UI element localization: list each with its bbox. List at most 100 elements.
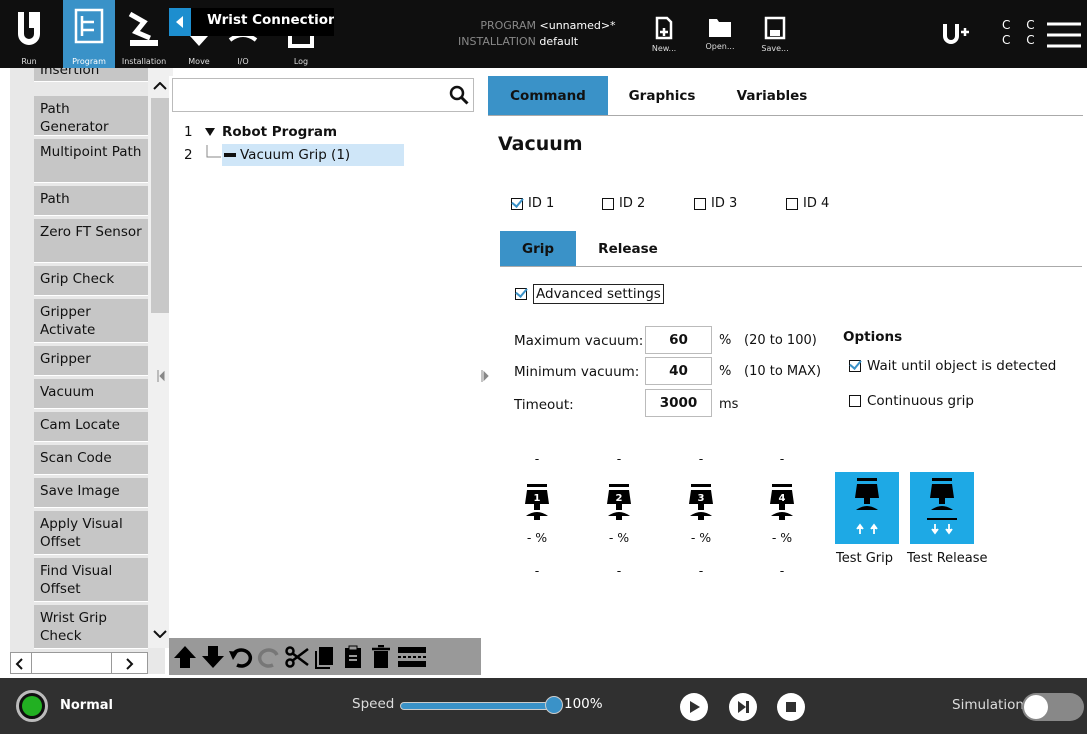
- cut-icon[interactable]: [285, 645, 309, 669]
- id2-checkbox[interactable]: ID 2: [602, 196, 645, 211]
- speed-slider-handle[interactable]: [545, 696, 563, 714]
- timeout-input[interactable]: 3000: [645, 389, 712, 417]
- expand-triangle-icon[interactable]: [204, 127, 216, 137]
- move-down-icon[interactable]: [201, 645, 225, 669]
- vacuum-3-top-value: -: [698, 451, 704, 466]
- paste-icon[interactable]: [341, 645, 365, 669]
- move-up-icon[interactable]: [173, 645, 197, 669]
- node-label: Path: [40, 191, 70, 207]
- move-label: Move: [188, 57, 210, 66]
- node-label: Wrist Grip Check: [40, 610, 107, 644]
- redo-icon[interactable]: [257, 645, 281, 669]
- installation-tab[interactable]: Installation: [118, 4, 170, 66]
- program-tab[interactable]: Program: [63, 0, 115, 68]
- node-gripper-activate[interactable]: Gripper Activate: [34, 299, 148, 343]
- min-vacuum-input[interactable]: 40: [645, 357, 712, 385]
- checkbox-box: [849, 395, 861, 407]
- page-title: Vacuum: [498, 133, 583, 155]
- tree-row-vacuum-grip[interactable]: 2 Vacuum Grip (1): [184, 144, 404, 166]
- cc-row-1: C C: [1002, 18, 1041, 32]
- node-gripper[interactable]: Gripper: [34, 346, 148, 376]
- wait-until-detected-checkbox[interactable]: Wait until object is detected: [849, 358, 1056, 374]
- delete-icon[interactable]: [369, 645, 393, 669]
- id4-checkbox[interactable]: ID 4: [786, 196, 829, 211]
- copy-icon[interactable]: [313, 645, 337, 669]
- program-caption: PROGRAM: [480, 19, 536, 32]
- node-scan-code[interactable]: Scan Code: [34, 445, 148, 475]
- undo-icon[interactable]: [229, 645, 253, 669]
- play-button[interactable]: [680, 693, 708, 721]
- node-multipoint-path[interactable]: Multipoint Path: [34, 139, 148, 183]
- node-label: Multipoint Path: [40, 144, 142, 160]
- node-wrist-grip-check[interactable]: Wrist Grip Check: [34, 605, 148, 649]
- node-insertion[interactable]: Insertion: [34, 68, 148, 82]
- new-button[interactable]: New...: [644, 16, 684, 53]
- node-save-image[interactable]: Save Image: [34, 478, 148, 508]
- node-grip-check[interactable]: Grip Check: [34, 266, 148, 296]
- save-button[interactable]: Save...: [755, 16, 795, 53]
- collapse-tree-icon[interactable]: [481, 370, 489, 382]
- tab-command[interactable]: Command: [488, 76, 608, 115]
- search-icon[interactable]: [449, 85, 469, 105]
- max-vacuum-input[interactable]: 60: [645, 326, 712, 354]
- tab-grip[interactable]: Grip: [500, 231, 576, 266]
- scroll-left-icon[interactable]: [15, 658, 23, 670]
- node-label: Insertion: [40, 68, 100, 78]
- node-list-hscrollbar[interactable]: [10, 652, 148, 674]
- connection-status[interactable]: C C C C: [1002, 18, 1041, 48]
- tab-graphics[interactable]: Graphics: [616, 76, 708, 115]
- run-tab[interactable]: Run: [12, 4, 46, 66]
- toggle-knob: [1024, 695, 1048, 719]
- stop-button[interactable]: [777, 693, 805, 721]
- tree-node-label: Robot Program: [222, 124, 338, 140]
- id3-checkbox[interactable]: ID 3: [694, 196, 737, 211]
- scrollbar-thumb[interactable]: [151, 98, 169, 313]
- checkbox-box: [694, 197, 706, 210]
- tree-row-robot-program[interactable]: 1 Robot Program: [184, 124, 337, 140]
- test-grip-button[interactable]: [835, 472, 899, 544]
- id-label: ID 4: [803, 196, 830, 211]
- wrist-connection-popup[interactable]: Wrist Connection: [169, 8, 334, 36]
- collapse-node-list-icon[interactable]: [157, 370, 165, 382]
- open-button[interactable]: Open...: [700, 16, 740, 51]
- node-cam-locate[interactable]: Cam Locate: [34, 412, 148, 442]
- run-label: Run: [21, 57, 37, 66]
- installation-caption: INSTALLATION: [458, 35, 536, 48]
- max-vacuum-range: (20 to 100): [744, 333, 817, 348]
- ur-plus-logo-icon[interactable]: [941, 22, 971, 46]
- new-file-icon: [655, 16, 673, 40]
- collapse-left-icon[interactable]: [169, 8, 191, 36]
- search-input[interactable]: [172, 78, 474, 112]
- min-vacuum-unit: %: [719, 364, 732, 379]
- node-path[interactable]: Path: [34, 186, 148, 216]
- node-label: Vacuum: [40, 384, 95, 400]
- test-release-button[interactable]: [910, 472, 974, 544]
- node-collapse-icon[interactable]: [224, 153, 236, 157]
- scroll-down-icon[interactable]: [153, 630, 167, 638]
- node-label: Apply Visual Offset: [40, 516, 123, 550]
- node-apply-visual-offset[interactable]: Apply Visual Offset: [34, 511, 148, 555]
- hamburger-menu-icon[interactable]: [1047, 22, 1081, 48]
- node-find-visual-offset[interactable]: Find Visual Offset: [34, 558, 148, 602]
- id-label: ID 2: [619, 196, 646, 211]
- min-vacuum-range: (10 to MAX): [744, 364, 822, 379]
- node-vacuum[interactable]: Vacuum: [34, 379, 148, 409]
- simulation-toggle[interactable]: [1022, 693, 1084, 721]
- robot-status-lamp[interactable]: [16, 690, 48, 722]
- advanced-settings-checkbox[interactable]: Advanced settings: [515, 284, 664, 304]
- play-icon: [690, 701, 700, 713]
- tree-node-label: Vacuum Grip (1): [240, 147, 351, 163]
- node-label: Path Generator: [40, 101, 109, 135]
- step-button[interactable]: [729, 693, 757, 721]
- continuous-grip-checkbox[interactable]: Continuous grip: [849, 393, 974, 409]
- speed-slider[interactable]: [400, 702, 555, 710]
- id1-checkbox[interactable]: ID 1: [511, 196, 554, 211]
- suppress-icon[interactable]: [397, 645, 427, 669]
- option-label: Wait until object is detected: [867, 358, 1057, 374]
- node-zero-ft-sensor[interactable]: Zero FT Sensor: [34, 219, 148, 263]
- tab-release[interactable]: Release: [586, 231, 670, 266]
- scroll-right-icon[interactable]: [126, 658, 134, 670]
- node-path-generator[interactable]: Path Generator: [34, 96, 148, 136]
- tab-variables[interactable]: Variables: [724, 76, 820, 115]
- scroll-up-icon[interactable]: [153, 82, 167, 90]
